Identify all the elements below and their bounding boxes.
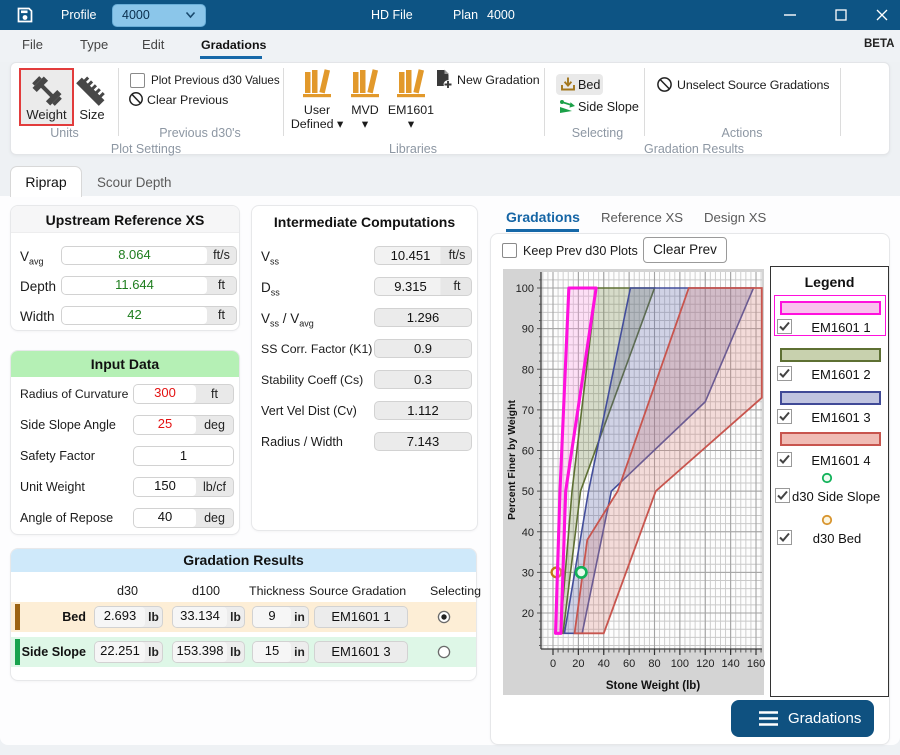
svg-text:20: 20 — [522, 608, 534, 620]
svg-text:Percent Finer by Weight: Percent Finer by Weight — [506, 400, 518, 520]
svg-text:160: 160 — [747, 658, 765, 670]
svg-text:70: 70 — [522, 405, 534, 417]
svg-text:Stone Weight (lb): Stone Weight (lb) — [606, 680, 701, 692]
svg-text:30: 30 — [522, 567, 534, 579]
svg-text:0: 0 — [550, 658, 556, 670]
svg-text:60: 60 — [623, 658, 635, 670]
svg-text:100: 100 — [671, 658, 689, 670]
svg-text:120: 120 — [696, 658, 714, 670]
svg-text:80: 80 — [522, 364, 534, 376]
svg-text:40: 40 — [598, 658, 610, 670]
svg-text:90: 90 — [522, 324, 534, 336]
svg-text:20: 20 — [572, 658, 584, 670]
svg-text:60: 60 — [522, 446, 534, 458]
svg-text:140: 140 — [721, 658, 739, 670]
svg-text:50: 50 — [522, 486, 534, 498]
svg-text:40: 40 — [522, 527, 534, 539]
svg-text:100: 100 — [516, 283, 534, 295]
svg-text:80: 80 — [648, 658, 660, 670]
